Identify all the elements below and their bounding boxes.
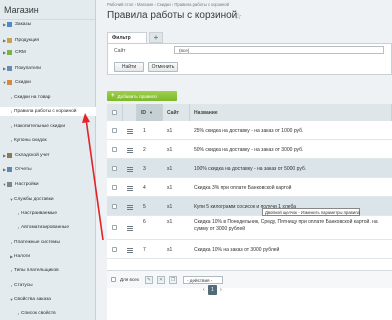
annotation-arrow-icon [82,113,104,241]
